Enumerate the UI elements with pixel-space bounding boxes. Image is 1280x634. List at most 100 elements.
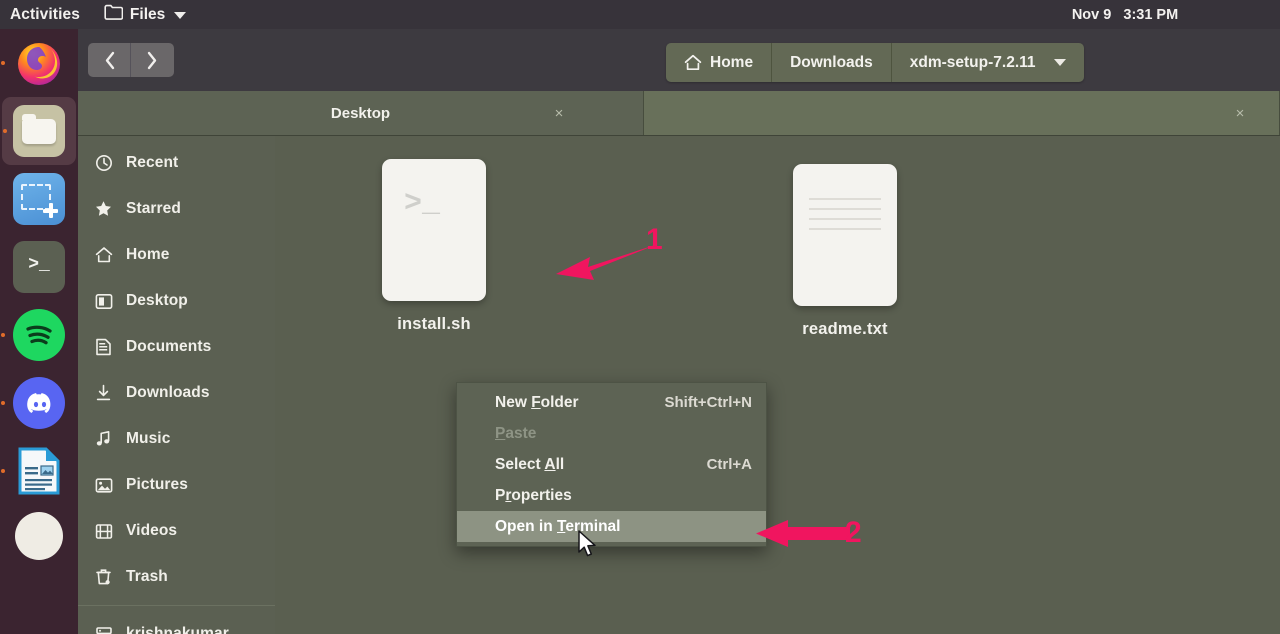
music-note-icon (94, 430, 113, 448)
places-sidebar: Recent Starred Home Desktop Documents Do… (78, 136, 275, 634)
text-file-icon (793, 164, 897, 306)
sidebar-item-label: Pictures (126, 476, 188, 493)
breadcrumb-item-downloads[interactable]: Downloads (772, 43, 892, 82)
sidebar-item-desktop[interactable]: Desktop (78, 278, 275, 324)
sidebar-item-label: Trash (126, 568, 168, 585)
menu-item-label: Select All (495, 455, 565, 473)
tab-desktop[interactable]: Desktop × (78, 91, 644, 135)
file-label: install.sh (397, 315, 471, 333)
annotation-label-2: 2 (845, 516, 862, 549)
discord-icon (13, 377, 65, 429)
tab-second[interactable]: × (644, 91, 1280, 135)
sidebar-item-label: Starred (126, 200, 181, 217)
sidebar-item-trash[interactable]: Trash (78, 554, 275, 600)
screenshot-icon (13, 173, 65, 225)
annotation-arrow-2 (752, 518, 852, 555)
dock-item-impress[interactable] (0, 437, 78, 505)
documents-icon (94, 338, 113, 356)
file-view[interactable]: >_ install.sh readme.txt (275, 136, 1280, 634)
download-icon (94, 384, 113, 402)
sidebar-item-pictures[interactable]: Pictures (78, 462, 275, 508)
chevron-down-icon[interactable] (1053, 59, 1066, 66)
sidebar-item-documents[interactable]: Documents (78, 324, 275, 370)
breadcrumb-label: xdm-setup-7.2.11 (909, 53, 1036, 71)
breadcrumb-item-home[interactable]: Home (666, 43, 773, 82)
sidebar-item-drive[interactable]: krishnakumar... (78, 611, 275, 634)
forward-button[interactable] (131, 43, 174, 77)
video-icon (94, 523, 113, 540)
sidebar-divider (78, 605, 275, 606)
sidebar-item-music[interactable]: Music (78, 416, 275, 462)
menu-item-label: New Folder (495, 393, 579, 411)
spotify-icon (13, 309, 65, 361)
file-label: readme.txt (802, 320, 888, 338)
firefox-icon (13, 37, 65, 89)
chevron-right-icon (147, 51, 157, 69)
annotation-arrow-1 (550, 240, 660, 293)
menu-item-label: Paste (495, 424, 537, 442)
sidebar-item-label: Documents (126, 338, 212, 355)
window-header-bar: Home Downloads xdm-setup-7.2.11 (78, 29, 1280, 91)
dock-item-firefox[interactable] (0, 29, 78, 97)
chevron-left-icon (105, 51, 114, 69)
dock-item-app[interactable] (0, 505, 78, 560)
sidebar-item-label: Downloads (126, 384, 210, 401)
menu-item-label: Open in Terminal (495, 517, 621, 535)
file-item-install-sh[interactable]: >_ install.sh (359, 159, 509, 334)
dock-item-screenshot[interactable] (0, 165, 78, 233)
navigation-buttons (88, 43, 174, 77)
picture-icon (94, 477, 113, 494)
circle-app-icon (15, 512, 63, 560)
star-icon (94, 200, 113, 218)
trash-icon (94, 568, 113, 586)
menu-item-new-folder[interactable]: New Folder Shift+Ctrl+N (457, 387, 766, 418)
home-icon (684, 54, 702, 71)
menu-item-label: Properties (495, 486, 572, 504)
dock-item-spotify[interactable] (0, 301, 78, 369)
sidebar-item-recent[interactable]: Recent (78, 140, 275, 186)
menu-item-properties[interactable]: Properties (457, 480, 766, 511)
sidebar-item-label: Music (126, 430, 171, 447)
menu-item-open-in-terminal[interactable]: Open in Terminal (457, 511, 766, 542)
back-button[interactable] (88, 43, 131, 77)
tab-bar: Desktop × × (78, 91, 1280, 136)
dock-item-discord[interactable] (0, 369, 78, 437)
libreoffice-impress-icon (13, 445, 65, 497)
dock-item-terminal[interactable]: >_ (0, 233, 78, 301)
sidebar-item-downloads[interactable]: Downloads (78, 370, 275, 416)
sidebar-item-label: krishnakumar... (126, 625, 242, 634)
shell-prompt-glyph: >_ (404, 187, 441, 221)
clock-label: Nov 9 3:31 PM (1071, 6, 1179, 23)
menu-item-accelerator: Ctrl+A (706, 456, 752, 473)
clock-button[interactable]: Nov 9 3:31 PM (0, 7, 1280, 23)
text-lines-glyph (809, 198, 881, 238)
clock-icon (94, 154, 113, 172)
menu-item-select-all[interactable]: Select All Ctrl+A (457, 449, 766, 480)
breadcrumb: Home Downloads xdm-setup-7.2.11 (666, 43, 1084, 82)
gnome-top-bar: Activities Files Nov 9 3:31 PM (0, 0, 1280, 29)
close-icon[interactable]: × (548, 105, 570, 122)
sidebar-item-starred[interactable]: Starred (78, 186, 275, 232)
menu-item-accelerator: Shift+Ctrl+N (664, 394, 752, 411)
mouse-cursor (578, 530, 598, 564)
sidebar-item-label: Home (126, 246, 170, 263)
menu-item-paste[interactable]: Paste (457, 418, 766, 449)
home-icon (94, 246, 113, 264)
terminal-icon: >_ (13, 241, 65, 293)
sidebar-item-label: Desktop (126, 292, 188, 309)
ubuntu-dock: >_ (0, 29, 78, 634)
sidebar-item-label: Recent (126, 154, 179, 171)
breadcrumb-label: Home (710, 53, 754, 71)
sidebar-item-label: Videos (126, 522, 178, 539)
drive-icon (94, 625, 113, 634)
sidebar-item-videos[interactable]: Videos (78, 508, 275, 554)
close-icon[interactable]: × (1229, 105, 1251, 122)
desktop-icon (94, 293, 113, 310)
context-menu: New Folder Shift+Ctrl+N Paste Select All… (456, 382, 767, 547)
folder-icon (13, 105, 65, 157)
file-item-readme-txt[interactable]: readme.txt (770, 164, 920, 339)
breadcrumb-item-current[interactable]: xdm-setup-7.2.11 (891, 43, 1084, 82)
breadcrumb-label: Downloads (790, 53, 873, 71)
dock-item-files[interactable] (2, 97, 76, 165)
sidebar-item-home[interactable]: Home (78, 232, 275, 278)
